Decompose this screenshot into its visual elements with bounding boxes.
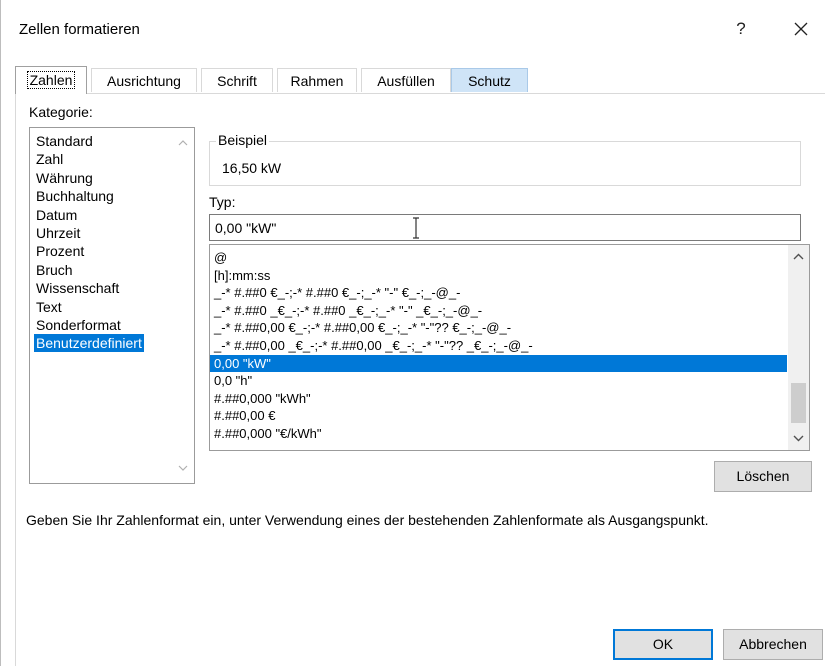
tab-schrift[interactable]: Schrift: [201, 68, 273, 92]
category-item[interactable]: Prozent: [34, 242, 194, 260]
format-list[interactable]: @ [h]:mm:ss _-* #.##0 €_-;-* #.##0 €_-;_…: [209, 244, 810, 451]
scrollbar-thumb[interactable]: [791, 383, 806, 423]
category-item[interactable]: Datum: [34, 206, 194, 224]
category-item[interactable]: Uhrzeit: [34, 224, 194, 242]
category-item[interactable]: Standard: [34, 132, 194, 150]
category-list[interactable]: Standard Zahl Währung Buchhaltung Datum …: [29, 127, 195, 484]
scroll-down-icon[interactable]: [793, 435, 804, 442]
category-item-selected[interactable]: Benutzerdefiniert: [34, 334, 194, 353]
category-item[interactable]: Sonderformat: [34, 316, 194, 334]
text-cursor-icon: [413, 217, 419, 239]
tab-ausrichtung[interactable]: Ausrichtung: [91, 68, 197, 92]
dialog-title: Zellen formatieren: [19, 21, 140, 38]
cancel-button[interactable]: Abbrechen: [723, 629, 823, 660]
category-item[interactable]: Text: [34, 298, 194, 316]
format-cells-dialog: Zellen formatieren ? Zahlen Ausrichtung …: [0, 0, 825, 666]
tab-schutz[interactable]: Schutz: [451, 68, 528, 92]
help-button[interactable]: ?: [724, 14, 758, 44]
type-input[interactable]: [209, 214, 801, 241]
tab-zahlen[interactable]: Zahlen: [15, 66, 87, 94]
hint-text: Geben Sie Ihr Zahlenformat ein, unter Ve…: [26, 512, 709, 528]
sample-group: [209, 141, 801, 186]
format-item[interactable]: @: [210, 249, 787, 267]
tab-rahmen[interactable]: Rahmen: [277, 68, 357, 92]
format-item[interactable]: #.##0,00 €: [210, 407, 787, 425]
category-label: Kategorie:: [29, 104, 93, 120]
scroll-up-icon[interactable]: [793, 253, 804, 260]
format-item[interactable]: 0,0 "h": [210, 372, 787, 390]
category-item[interactable]: Wissenschaft: [34, 279, 194, 297]
format-item[interactable]: #.##0,000 "kWh": [210, 390, 787, 408]
tab-ausfuellen[interactable]: Ausfüllen: [361, 68, 451, 92]
format-item[interactable]: #.##0,000 "€/kWh": [210, 425, 787, 443]
close-button[interactable]: [784, 14, 818, 44]
delete-button[interactable]: Löschen: [714, 461, 812, 492]
chevron-down-icon[interactable]: [178, 465, 188, 471]
category-item[interactable]: Buchhaltung: [34, 187, 194, 205]
format-item[interactable]: [h]:mm:ss: [210, 267, 787, 285]
format-item[interactable]: _-* #.##0,00 _€_-;-* #.##0,00 _€_-;_-* "…: [210, 337, 787, 355]
format-item-selected[interactable]: 0,00 "kW": [210, 354, 787, 373]
chevron-up-icon[interactable]: [178, 140, 188, 146]
category-item[interactable]: Bruch: [34, 261, 194, 279]
format-list-scrollbar[interactable]: [788, 245, 809, 450]
format-item[interactable]: _-* #.##0,00 €_-;-* #.##0,00 €_-;_-* "-"…: [210, 319, 787, 337]
category-item[interactable]: Währung: [34, 169, 194, 187]
sample-legend: Beispiel: [216, 132, 270, 148]
type-label: Typ:: [209, 194, 236, 210]
ok-button[interactable]: OK: [613, 629, 713, 660]
category-item[interactable]: Zahl: [34, 150, 194, 168]
format-item[interactable]: _-* #.##0 _€_-;-* #.##0 _€_-;_-* "-" _€_…: [210, 302, 787, 320]
format-item[interactable]: _-* #.##0 €_-;-* #.##0 €_-;_-* "-" €_-;_…: [210, 284, 787, 302]
title-bar: Zellen formatieren ?: [1, 0, 825, 56]
close-icon: [794, 22, 808, 36]
sample-value: 16,50 kW: [222, 160, 282, 176]
